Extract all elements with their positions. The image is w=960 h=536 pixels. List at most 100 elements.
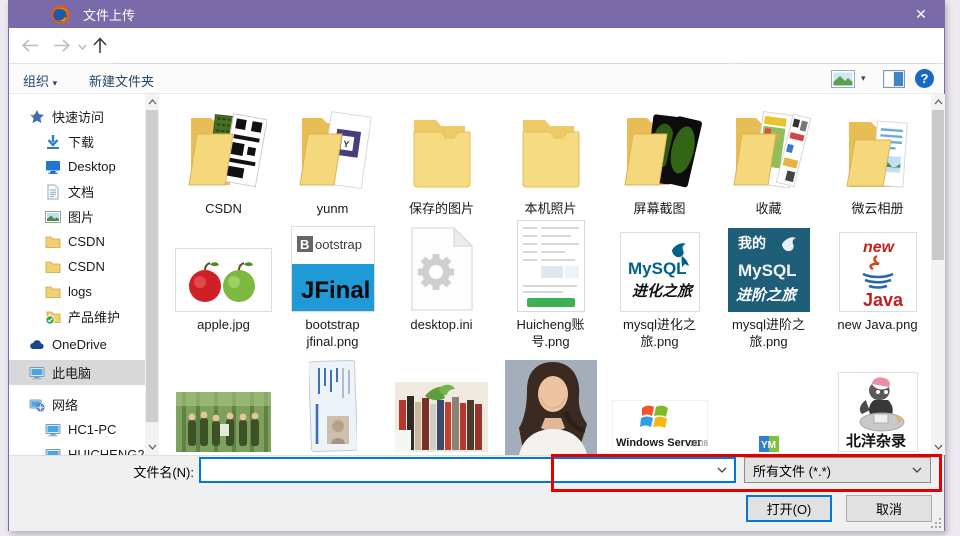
sidebar-item-downloads[interactable]: 下载 (9, 129, 145, 154)
folder-icon (45, 259, 61, 275)
scroll-down-icon[interactable] (146, 441, 158, 453)
filename-combo (199, 457, 736, 483)
sidebar-item-label: Desktop (68, 159, 116, 174)
sidebar-item-pictures[interactable]: 图片 (9, 204, 145, 229)
documents-icon (45, 184, 61, 200)
sidebar-item-label: CSDN (68, 234, 105, 249)
svg-text:MySQL: MySQL (738, 261, 797, 280)
file-list: CSDN Y yunm 保存的图片 (159, 94, 931, 455)
up-icon[interactable] (93, 37, 107, 54)
svg-text:new: new (863, 239, 896, 256)
sidebar-item-label: logs (68, 284, 92, 299)
item-label: Huicheng账号.png (496, 316, 605, 350)
file-thumbnail: 我的 MySQL 进阶之旅 (714, 226, 823, 312)
filetype-dropdown-button[interactable] (904, 467, 930, 473)
chevron-down-icon (717, 467, 727, 473)
folder-item-yunm[interactable]: Y yunm (278, 104, 387, 217)
folder-thumbnail (823, 104, 931, 196)
file-item-huicheng-account[interactable]: Huicheng账号.png (496, 226, 605, 350)
folder-item-favorites[interactable]: 收藏 (714, 104, 823, 217)
item-label: bootstrap jfinal.png (278, 316, 387, 350)
preview-pane-icon[interactable] (883, 70, 905, 88)
folder-item-weiyun-album[interactable]: 微云相册 (823, 104, 931, 217)
file-item-bootstrap-jfinal[interactable]: B ootstrap JFinal bootstrap jfinal.png (278, 226, 387, 350)
forward-icon[interactable] (53, 39, 71, 52)
main-scrollbar[interactable] (931, 94, 945, 455)
file-item-id-card[interactable] (278, 360, 387, 452)
item-label: mysql进阶之旅.png (714, 316, 823, 350)
file-item-ym-icon[interactable]: YM (714, 360, 823, 452)
file-thumbnail: MySQL 进化之旅 (605, 226, 714, 312)
file-upload-dialog: 文件上传 ✕ › 此电脑 › 图片 › ↻ (8, 0, 945, 531)
svg-text:B: B (300, 237, 309, 252)
sidebar-item-onedrive[interactable]: OneDrive (9, 332, 145, 357)
window-title: 文件上传 (83, 5, 135, 24)
scroll-up-icon[interactable] (932, 96, 944, 108)
sidebar-item-logs[interactable]: logs (9, 279, 145, 304)
folder-item-screenshots[interactable]: 屏幕截图 (605, 104, 714, 217)
open-button[interactable]: 打开(O) (746, 495, 832, 522)
file-item-bookshelf-photo[interactable] (387, 360, 496, 452)
quick-access-star-icon (29, 109, 45, 125)
item-label: 保存的图片 (387, 200, 496, 217)
folder-item-saved-pictures[interactable]: 保存的图片 (387, 104, 496, 217)
folder-item-local-photos[interactable]: 本机照片 (496, 104, 605, 217)
sidebar-item-product-maintenance[interactable]: 产品维护 (9, 304, 145, 329)
scroll-up-icon[interactable] (146, 96, 158, 108)
sidebar-item-this-pc[interactable]: 此电脑 (9, 360, 145, 385)
svg-text:Java: Java (863, 290, 904, 310)
sidebar-item-network[interactable]: 网络 (9, 392, 145, 417)
organize-button[interactable]: 组织 ▾ (23, 71, 57, 90)
file-item-portrait-photo[interactable] (496, 360, 605, 455)
view-mode-icon[interactable] (831, 70, 855, 88)
item-label: apple.jpg (169, 316, 278, 333)
folder-icon (45, 234, 61, 250)
file-thumbnail (169, 226, 278, 312)
filename-dropdown-button[interactable] (710, 459, 734, 481)
sidebar-item-csdn-1[interactable]: CSDN (9, 229, 145, 254)
sidebar-item-csdn-2[interactable]: CSDN (9, 254, 145, 279)
sidebar-item-desktop[interactable]: Desktop (9, 154, 145, 179)
file-item-mysql-evolution[interactable]: MySQL 进化之旅 mysql进化之旅.png (605, 226, 714, 350)
sidebar-item-quick-access[interactable]: 快速访问 (9, 104, 145, 129)
sidebar-item-documents[interactable]: 文档 (9, 179, 145, 204)
pictures-icon (45, 209, 61, 225)
navigation-bar: › 此电脑 › 图片 › ↻ (9, 28, 944, 64)
sidebar-scrollbar[interactable] (145, 94, 159, 455)
back-icon[interactable] (21, 39, 39, 52)
folder-thumbnail (714, 104, 823, 196)
file-item-photo-group[interactable] (169, 360, 278, 452)
folder-item-csdn[interactable]: CSDN (169, 104, 278, 217)
close-button[interactable]: ✕ (898, 0, 944, 28)
help-button[interactable]: ? (915, 69, 934, 88)
firefox-icon (51, 5, 70, 24)
sidebar-item-huicheng2[interactable]: HUICHENG2 (9, 442, 145, 455)
file-thumbnail: 北洋杂录 (823, 360, 931, 452)
sidebar-item-label: CSDN (68, 259, 105, 274)
new-folder-button[interactable]: 新建文件夹 (89, 71, 154, 90)
file-item-new-java[interactable]: new Java new Java.png (823, 226, 931, 333)
svg-text:2008: 2008 (690, 439, 708, 448)
scroll-down-icon[interactable] (932, 441, 944, 453)
scrollbar-thumb[interactable] (146, 110, 158, 422)
file-item-mysql-advanced[interactable]: 我的 MySQL 进阶之旅 mysql进阶之旅.png (714, 226, 823, 350)
folder-sync-icon (45, 309, 61, 325)
filetype-select[interactable]: 所有文件 (*.*) (744, 457, 931, 483)
file-item-windows-server[interactable]: Windows Server 2008 (605, 360, 714, 452)
onedrive-cloud-icon (29, 337, 45, 353)
folder-icon (45, 284, 61, 300)
navigation-pane: 快速访问 下载 Desktop 文档 图片 CSDN CSDN (9, 94, 145, 455)
file-item-desktop-ini[interactable]: desktop.ini (387, 226, 496, 333)
resize-grip[interactable] (929, 516, 941, 528)
view-dropdown-icon[interactable]: ▾ (861, 73, 866, 84)
file-item-beiyang[interactable]: 北洋杂录 (823, 360, 931, 452)
file-item-apple-jpg[interactable]: apple.jpg (169, 226, 278, 333)
filename-input[interactable] (201, 459, 710, 481)
cancel-button[interactable]: 取消 (846, 495, 932, 522)
sidebar-item-hc1-pc[interactable]: HC1-PC (9, 417, 145, 442)
item-label: 收藏 (714, 200, 823, 217)
computer-icon (45, 422, 61, 438)
recent-locations-icon[interactable] (78, 44, 87, 50)
scrollbar-thumb[interactable] (932, 110, 944, 260)
svg-text:进阶之旅: 进阶之旅 (736, 286, 799, 304)
